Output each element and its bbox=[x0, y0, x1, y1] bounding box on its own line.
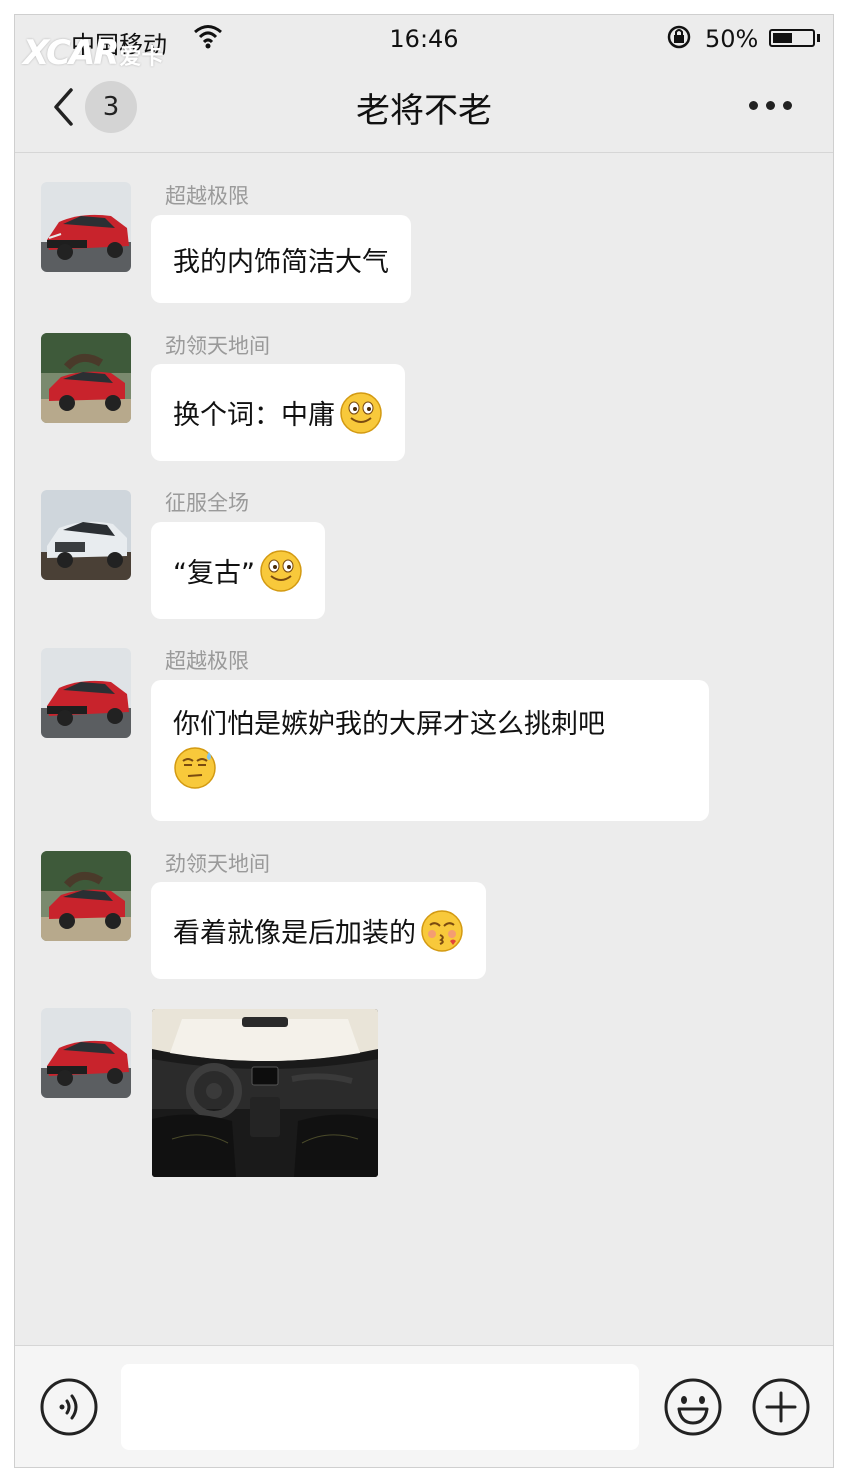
message-input[interactable] bbox=[121, 1364, 639, 1450]
message-bubble[interactable]: 我的内饰简洁大气 bbox=[151, 215, 411, 303]
plus-icon[interactable] bbox=[751, 1377, 811, 1441]
sender-name: 超越极限 bbox=[165, 649, 249, 673]
avatar-white-suv[interactable] bbox=[41, 490, 131, 580]
battery-level bbox=[773, 33, 792, 43]
battery-percent: 50% bbox=[705, 25, 759, 53]
rotation-lock-icon bbox=[665, 23, 693, 57]
chat-input-bar bbox=[15, 1345, 833, 1467]
xcar-watermark-logo: XCAR爱卡 bbox=[23, 33, 163, 73]
message-text: “复古” bbox=[173, 558, 255, 589]
sweat-emoji-icon bbox=[173, 746, 217, 790]
chat-header: 3 老将不老 bbox=[15, 61, 833, 153]
smile-emoji-icon bbox=[259, 549, 303, 593]
sender-name: 征服全场 bbox=[165, 491, 249, 515]
message-bubble[interactable]: “复古” bbox=[151, 522, 325, 619]
message-bubble[interactable]: 看着就像是后加装的 bbox=[151, 882, 486, 979]
car-interior-photo[interactable] bbox=[152, 1009, 378, 1177]
smile-emoji-icon bbox=[339, 391, 383, 435]
message-text: 你们怕是嫉妒我的大屏才这么挑刺吧 bbox=[173, 709, 605, 740]
battery-icon bbox=[769, 29, 815, 47]
more-icon[interactable] bbox=[749, 101, 793, 111]
kiss-emoji-icon bbox=[420, 909, 464, 953]
avatar-red-suv[interactable] bbox=[41, 648, 131, 738]
sender-name: 劲领天地间 bbox=[165, 852, 270, 876]
message-bubble[interactable]: 你们怕是嫉妒我的大屏才这么挑刺吧 bbox=[151, 680, 709, 821]
chat-title: 老将不老 bbox=[356, 91, 492, 131]
message-bubble[interactable]: 换个词：中庸 bbox=[151, 364, 405, 461]
sender-name: 劲领天地间 bbox=[165, 334, 270, 358]
watermark-text: 爱卡 bbox=[119, 45, 164, 70]
avatar-red-suv[interactable] bbox=[41, 1008, 131, 1098]
voice-icon[interactable] bbox=[39, 1377, 99, 1441]
avatar-red-suv[interactable] bbox=[41, 182, 131, 272]
sender-name: 超越极限 bbox=[165, 184, 249, 208]
message-text: 看着就像是后加装的 bbox=[173, 918, 416, 949]
chat-screen: XCAR爱卡 中国移动 16:46 50% 3 老将不老 超越极限 我的内饰简洁… bbox=[14, 14, 834, 1468]
avatar-red-rav4[interactable] bbox=[41, 333, 131, 423]
message-text: 换个词：中庸 bbox=[173, 400, 335, 431]
battery-cap bbox=[817, 34, 820, 42]
avatar-red-rav4[interactable] bbox=[41, 851, 131, 941]
message-text: 我的内饰简洁大气 bbox=[173, 246, 389, 278]
watermark-logo-text: XCAR bbox=[23, 33, 119, 73]
emoji-icon[interactable] bbox=[663, 1377, 723, 1441]
